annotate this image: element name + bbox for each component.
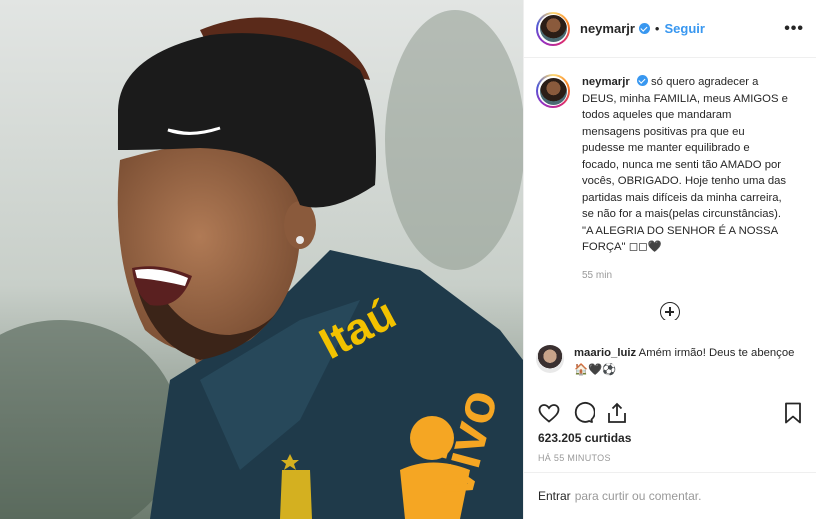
verified-icon (636, 75, 648, 86)
caption-text: só quero agradecer a DEUS, minha FAMILIA… (582, 76, 788, 253)
like-icon[interactable] (536, 400, 562, 426)
bookmark-icon[interactable] (780, 400, 806, 426)
more-options-icon[interactable]: ••• (784, 20, 804, 38)
post-side-panel: neymarjr • Seguir ••• neymarjr só quero … (523, 0, 816, 519)
comments-section: neymarjr só quero agradecer a DEUS, minh… (524, 58, 816, 320)
earring (296, 236, 304, 244)
caption-username[interactable]: neymarjr (582, 76, 630, 88)
load-more-comments[interactable] (536, 302, 804, 320)
caption-body: neymarjr só quero agradecer a DEUS, minh… (582, 74, 789, 284)
caption: neymarjr só quero agradecer a DEUS, minh… (536, 74, 804, 284)
post-header: neymarjr • Seguir ••• (524, 0, 816, 58)
login-link[interactable]: Entrar (538, 489, 571, 503)
comment-body: maario_luiz Amém irmão! Deus te abençoe … (574, 345, 806, 378)
add-comment-bar: Entrar para curtir ou comentar. (524, 472, 816, 519)
caption-timestamp[interactable]: 55 min (582, 268, 789, 285)
caption-avatar[interactable] (536, 74, 570, 108)
commenter-username[interactable]: maario_luiz (574, 347, 636, 359)
author-username[interactable]: neymarjr (580, 21, 635, 36)
share-icon[interactable] (604, 400, 630, 426)
separator-dot: • (654, 21, 660, 36)
verified-icon (638, 23, 650, 34)
author-avatar[interactable] (536, 11, 570, 46)
post-photo[interactable]: Itaú vivo (0, 0, 523, 519)
commenter-avatar[interactable] (536, 345, 564, 373)
post-time-ago[interactable]: HÁ 55 MINUTOS (538, 453, 611, 463)
player-photo: Itaú vivo (0, 0, 523, 519)
plus-circle-icon[interactable] (660, 302, 680, 320)
comment-icon[interactable] (570, 400, 596, 426)
likes-count[interactable]: 623.205 curtidas (538, 431, 631, 445)
action-bar (536, 398, 806, 428)
instagram-post: Itaú vivo neymarjr • Seguir ••• neymarjr… (0, 0, 816, 519)
login-prompt: para curtir ou comentar. (574, 489, 702, 503)
follow-button[interactable]: Seguir (664, 21, 704, 36)
comment-item: maario_luiz Amém irmão! Deus te abençoe … (536, 345, 806, 378)
